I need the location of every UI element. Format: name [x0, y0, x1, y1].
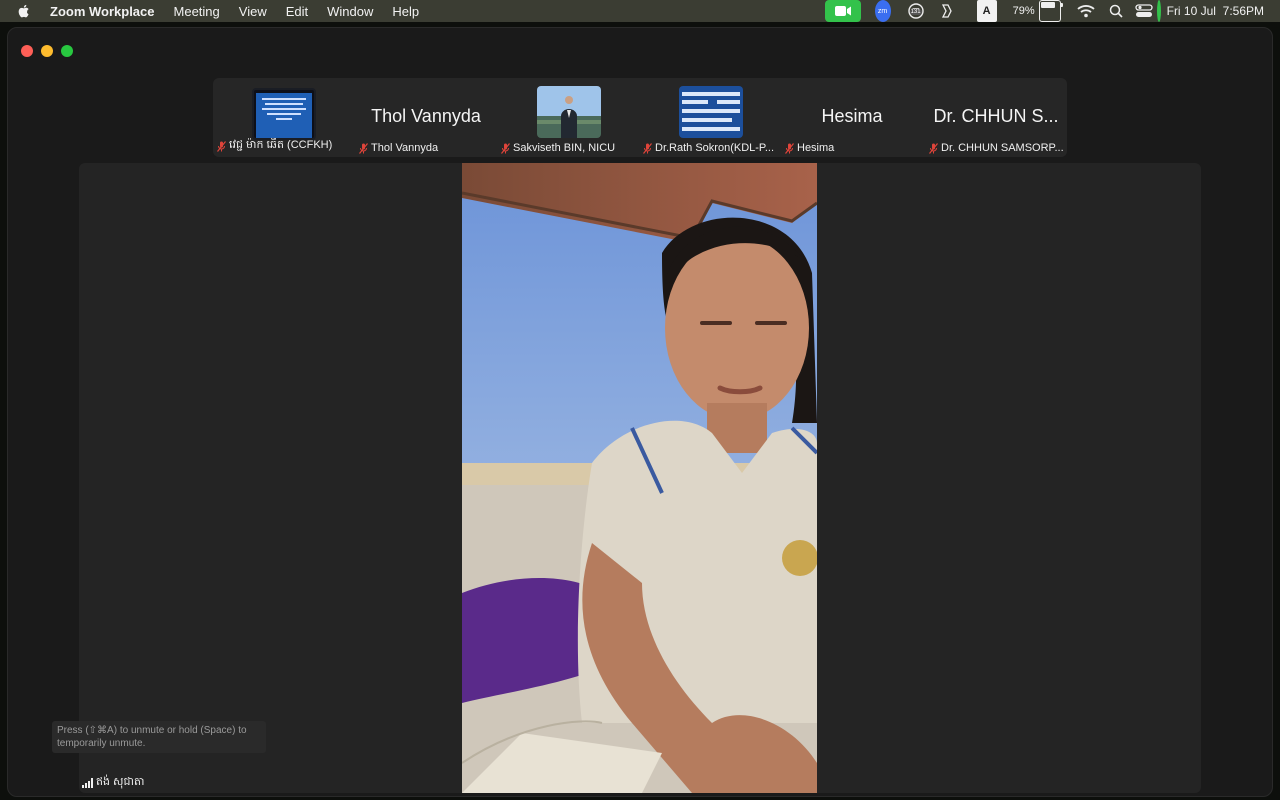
- unmute-hint-line2: temporarily unmute.: [57, 738, 146, 749]
- close-window-button[interactable]: [21, 45, 33, 57]
- menu-meeting[interactable]: Meeting: [174, 4, 220, 19]
- participant-tile[interactable]: វេជ្ជ ម៉ាក ឆើត (CCFKH): [213, 78, 355, 157]
- menu-help[interactable]: Help: [392, 4, 419, 19]
- menu-app-name[interactable]: Zoom Workplace: [50, 4, 155, 19]
- participant-thumbnail: [252, 88, 316, 140]
- mic-muted-icon: [217, 140, 226, 152]
- participant-thumbnail: [537, 86, 601, 138]
- mic-muted-icon: [359, 142, 368, 154]
- mic-muted-icon: [929, 142, 938, 154]
- participant-tile[interactable]: Thol Vannyda Thol Vannyda: [355, 78, 497, 157]
- input-source-icon[interactable]: A: [976, 0, 997, 22]
- participant-label: Dr. CHHUN SAMSORP...: [929, 142, 1065, 154]
- maximize-window-button[interactable]: [61, 45, 73, 57]
- status-area: zm 131 A 79% Fri 10 Jul 7:56PM: [824, 0, 1264, 22]
- minimize-window-button[interactable]: [41, 45, 53, 57]
- participant-label: វេជ្ជ ម៉ាក ឆើត (CCFKH): [217, 138, 353, 154]
- battery-fill: [1040, 2, 1055, 8]
- active-speaker-label: ឥង់ សុជាតា: [82, 775, 144, 791]
- zoom-video-status-icon[interactable]: [824, 0, 861, 22]
- active-speaker-video[interactable]: [462, 163, 817, 793]
- search-icon[interactable]: [1109, 0, 1123, 22]
- zoom-meeting-window: វេជ្ជ ម៉ាក ឆើត (CCFKH) Thol Vannyda Thol…: [7, 27, 1273, 797]
- battery-percent: 79%: [1012, 5, 1035, 17]
- participant-label: Sakviseth BIN, NICU: [501, 142, 637, 154]
- zoom-menu-icon[interactable]: zm: [874, 0, 891, 22]
- participant-tile[interactable]: Dr. CHHUN S... Dr. CHHUN SAMSORP...: [925, 78, 1067, 157]
- mic-muted-icon: [785, 142, 794, 154]
- menubar-clock[interactable]: Fri 10 Jul 7:56PM: [1167, 0, 1264, 22]
- apple-icon[interactable]: [16, 3, 32, 19]
- copilot-icon[interactable]: [939, 0, 955, 22]
- mic-in-use-indicator-icon: [1156, 0, 1161, 22]
- unmute-hint-line1: Press (⇧⌘A) to unmute or hold (Space) to: [57, 725, 247, 736]
- menu-view[interactable]: View: [239, 4, 267, 19]
- participant-display-name: Thol Vannyda: [371, 106, 481, 126]
- notification-count: 131: [909, 9, 922, 15]
- participant-label: Hesima: [785, 142, 921, 154]
- control-center-icon[interactable]: [1134, 0, 1153, 22]
- active-speaker-name: ឥង់ សុជាតា: [96, 776, 145, 788]
- battery-icon[interactable]: [1038, 0, 1063, 22]
- participant-label: Dr.Rath Sokron(KDL-P...: [643, 142, 779, 154]
- participant-display-name: Dr. CHHUN S...: [933, 106, 1059, 126]
- notification-icon[interactable]: 131: [907, 0, 925, 22]
- participant-tile[interactable]: Dr.Rath Sokron(KDL-P...: [639, 78, 781, 157]
- participant-tile[interactable]: Hesima Hesima: [781, 78, 923, 157]
- unmute-hint-tooltip: Press (⇧⌘A) to unmute or hold (Space) to…: [52, 721, 266, 753]
- menu-bar: Zoom Workplace Meeting View Edit Window …: [0, 0, 1280, 22]
- participant-strip: វេជ្ជ ម៉ាក ឆើត (CCFKH) Thol Vannyda Thol…: [213, 78, 1067, 157]
- menu-window[interactable]: Window: [327, 4, 373, 19]
- participant-tile[interactable]: Sakviseth BIN, NICU: [497, 78, 639, 157]
- menu-edit[interactable]: Edit: [286, 4, 308, 19]
- participant-label: Thol Vannyda: [359, 142, 495, 154]
- mic-muted-icon: [643, 142, 652, 154]
- mic-muted-icon: [501, 142, 510, 154]
- wifi-icon[interactable]: [1077, 0, 1095, 22]
- participant-display-name: Hesima: [821, 106, 883, 126]
- connection-bars-icon: [82, 778, 93, 788]
- participant-thumbnail: [679, 86, 743, 138]
- active-speaker-stage: [79, 163, 1201, 793]
